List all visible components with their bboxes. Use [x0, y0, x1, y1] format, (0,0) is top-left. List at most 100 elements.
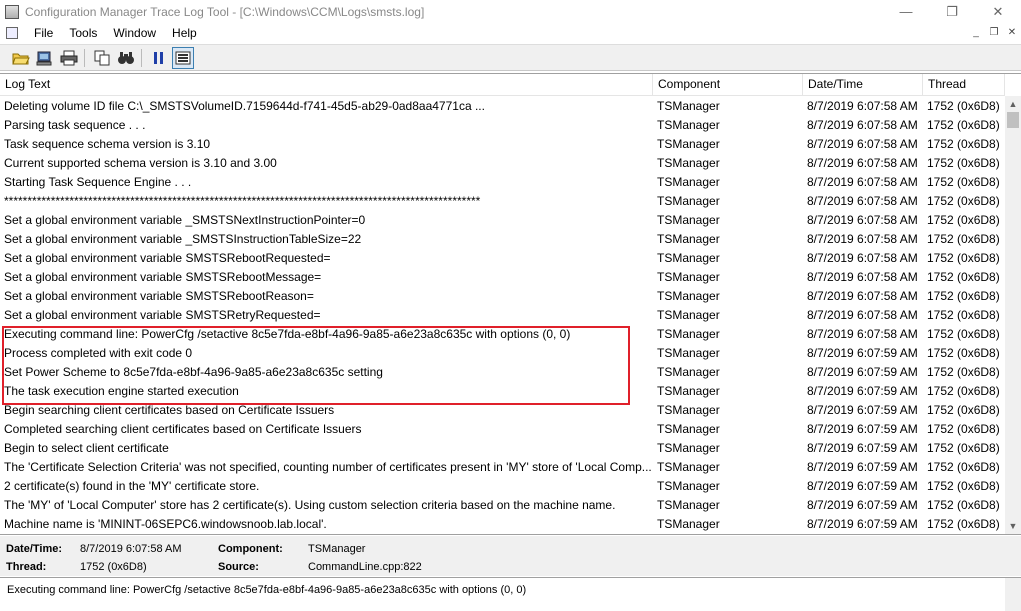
table-row[interactable]: The 'Certificate Selection Criteria' was… — [0, 457, 1005, 476]
table-row[interactable]: Set a global environment variable _SMSTS… — [0, 229, 1005, 248]
log-text-cell: The 'Certificate Selection Criteria' was… — [4, 459, 652, 474]
mdi-minimize-icon[interactable]: _ — [967, 23, 985, 42]
toolbar-separator — [84, 48, 85, 67]
table-row[interactable]: The task execution engine started execut… — [0, 381, 1005, 400]
table-row[interactable]: Deleting volume ID file C:\_SMSTSVolumeI… — [0, 96, 1005, 115]
table-row[interactable]: Task sequence schema version is 3.10 TSMa… — [0, 134, 1005, 153]
log-text-cell: Set a global environment variable SMSTSR… — [4, 307, 321, 322]
table-row[interactable]: Set Power Scheme to 8c5e7fda-e8bf-4a96-9… — [0, 362, 1005, 381]
menu-window[interactable]: Window — [105, 26, 164, 40]
scroll-down-icon[interactable]: ▼ — [1005, 518, 1021, 534]
thread-cell: 1752 (0x6D8) — [927, 212, 1000, 227]
minimize-icon[interactable]: — — [883, 0, 929, 23]
log-rows: Deleting volume ID file C:\_SMSTSVolumeI… — [0, 96, 1005, 533]
pause-icon[interactable] — [148, 47, 170, 69]
component-cell: TSManager — [657, 516, 720, 531]
thread-cell: 1752 (0x6D8) — [927, 478, 1000, 493]
thread-cell: 1752 (0x6D8) — [927, 421, 1000, 436]
mdi-controls: _ ❐ ✕ — [967, 23, 1021, 42]
restore-icon[interactable]: ❐ — [929, 0, 975, 23]
component-cell: TSManager — [657, 326, 720, 341]
log-text-cell: Set a global environment variable SMSTSR… — [4, 250, 331, 265]
table-row[interactable]: Process completed with exit code 0 TSMana… — [0, 343, 1005, 362]
table-row[interactable]: Completed searching client certificates … — [0, 419, 1005, 438]
datetime-cell: 8/7/2019 6:07:58 AM — [807, 269, 918, 284]
document-icon[interactable] — [6, 26, 18, 39]
log-text-cell: Current supported schema version is 3.10… — [4, 155, 277, 170]
datetime-cell: 8/7/2019 6:07:58 AM — [807, 326, 918, 341]
datetime-cell: 8/7/2019 6:07:58 AM — [807, 212, 918, 227]
open-icon[interactable] — [10, 47, 32, 69]
component-cell: TSManager — [657, 307, 720, 322]
table-row[interactable]: Set a global environment variable SMSTSR… — [0, 286, 1005, 305]
scrollbar-thumb[interactable] — [1007, 112, 1019, 128]
column-header-thread[interactable]: Thread — [923, 74, 1005, 95]
detail-thread-value: 1752 (0x6D8) — [80, 561, 147, 573]
table-row[interactable]: Set a global environment variable SMSTSR… — [0, 248, 1005, 267]
table-row[interactable]: Set a global environment variable SMSTSR… — [0, 305, 1005, 324]
component-cell: TSManager — [657, 440, 720, 455]
table-row[interactable]: ****************************************… — [0, 191, 1005, 210]
table-row[interactable]: Begin searching client certificates base… — [0, 400, 1005, 419]
component-cell: TSManager — [657, 250, 720, 265]
detail-datetime-value: 8/7/2019 6:07:58 AM — [80, 543, 182, 555]
component-cell: TSManager — [657, 117, 720, 132]
message-box[interactable]: Executing command line: PowerCfg /setact… — [0, 577, 1021, 611]
log-text-cell: Process completed with exit code 0 — [4, 345, 193, 360]
menu-bar: File Tools Window Help _ ❐ ✕ — [0, 23, 1021, 42]
table-row[interactable]: 2 certificate(s) found in the 'MY' certi… — [0, 476, 1005, 495]
vertical-scrollbar[interactable]: ▲ ▼ — [1005, 96, 1021, 534]
log-text-cell: ****************************************… — [4, 193, 481, 208]
table-row[interactable]: Set a global environment variable SMSTSR… — [0, 267, 1005, 286]
highlight-icon[interactable] — [172, 46, 194, 69]
table-row[interactable]: Set a global environment variable _SMSTS… — [0, 210, 1005, 229]
log-grid[interactable]: Log Text Component Date/Time Thread Dele… — [0, 73, 1021, 535]
menu-file[interactable]: File — [26, 26, 61, 40]
mdi-restore-icon[interactable]: ❐ — [985, 23, 1003, 42]
app-icon — [5, 4, 19, 19]
table-row[interactable]: Begin to select client certificate TSMana… — [0, 438, 1005, 457]
datetime-cell: 8/7/2019 6:07:59 AM — [807, 345, 918, 360]
component-cell: TSManager — [657, 421, 720, 436]
column-header-component[interactable]: Component — [653, 74, 803, 95]
log-text-cell: 2 certificate(s) found in the 'MY' certi… — [4, 478, 260, 493]
scroll-up-icon[interactable]: ▲ — [1005, 96, 1021, 112]
thread-cell: 1752 (0x6D8) — [927, 117, 1000, 132]
component-cell: TSManager — [657, 155, 720, 170]
detail-component-label: Component: — [218, 543, 283, 555]
table-row[interactable]: Machine name is 'MININT-06SEPC6.windowsn… — [0, 514, 1005, 533]
log-text-cell: The task execution engine started execut… — [4, 383, 239, 398]
close-icon[interactable]: ✕ — [975, 0, 1021, 23]
thread-cell: 1752 (0x6D8) — [927, 98, 1000, 113]
detail-datetime-label: Date/Time: — [6, 543, 63, 555]
column-header-log-text[interactable]: Log Text — [0, 74, 653, 95]
mdi-close-icon[interactable]: ✕ — [1003, 23, 1021, 42]
copy-icon[interactable] — [91, 47, 113, 69]
thread-cell: 1752 (0x6D8) — [927, 250, 1000, 265]
table-row[interactable]: The 'MY' of 'Local Computer' store has 2… — [0, 495, 1005, 514]
component-cell: TSManager — [657, 364, 720, 379]
datetime-cell: 8/7/2019 6:07:58 AM — [807, 193, 918, 208]
thread-cell: 1752 (0x6D8) — [927, 288, 1000, 303]
find-icon[interactable] — [115, 47, 137, 69]
thread-cell: 1752 (0x6D8) — [927, 402, 1000, 417]
open-remote-icon[interactable] — [34, 47, 56, 69]
thread-cell: 1752 (0x6D8) — [927, 345, 1000, 360]
menu-help[interactable]: Help — [164, 26, 205, 40]
menu-tools[interactable]: Tools — [61, 26, 105, 40]
table-row[interactable]: Parsing task sequence . . . TSManager 8/7/… — [0, 115, 1005, 134]
datetime-cell: 8/7/2019 6:07:58 AM — [807, 250, 918, 265]
table-row[interactable]: Starting Task Sequence Engine . . . TSMan… — [0, 172, 1005, 191]
log-text-cell: Executing command line: PowerCfg /setact… — [4, 326, 571, 341]
message-scrollbar[interactable] — [1005, 578, 1021, 611]
table-row[interactable]: Executing command line: PowerCfg /setact… — [0, 324, 1005, 343]
thread-cell: 1752 (0x6D8) — [927, 440, 1000, 455]
table-row[interactable]: Current supported schema version is 3.10… — [0, 153, 1005, 172]
datetime-cell: 8/7/2019 6:07:58 AM — [807, 307, 918, 322]
component-cell: TSManager — [657, 98, 720, 113]
print-icon[interactable] — [58, 47, 80, 69]
column-header-datetime[interactable]: Date/Time — [803, 74, 923, 95]
component-cell: TSManager — [657, 288, 720, 303]
thread-cell: 1752 (0x6D8) — [927, 326, 1000, 341]
detail-source-value: CommandLine.cpp:822 — [308, 561, 422, 573]
